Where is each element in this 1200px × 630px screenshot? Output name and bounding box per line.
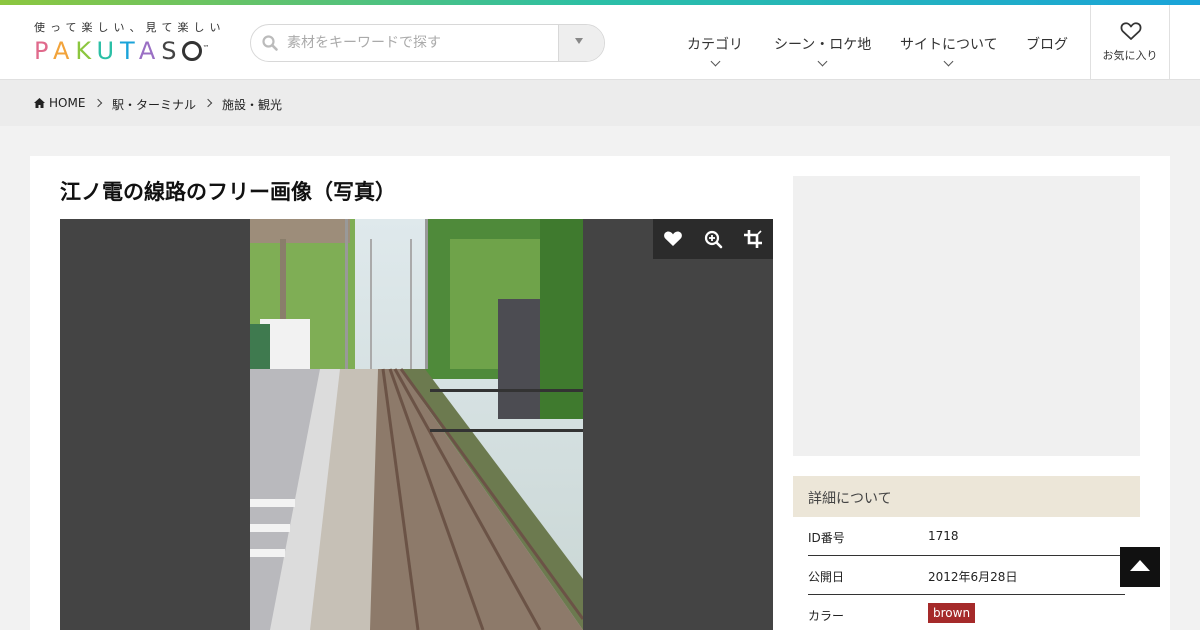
heart-outline-icon <box>1120 22 1142 40</box>
site-logo[interactable]: 使って楽しい、見て楽しい PAKUTAS ™ <box>34 19 234 65</box>
nav-scene-location[interactable]: シーン・ロケ地 <box>774 34 871 67</box>
caret-down-icon <box>575 38 583 44</box>
details-value: 2012年6月28日 <box>928 570 1018 584</box>
nav-category[interactable]: カテゴリ <box>687 34 743 67</box>
chevron-down-icon <box>943 56 954 67</box>
page-title: 江ノ電の線路のフリー画像（写真） <box>60 180 396 204</box>
details-row: ID番号 1718 <box>808 517 1125 556</box>
chevron-down-icon <box>817 56 828 67</box>
details-key: カラー <box>808 609 845 623</box>
breadcrumb-item[interactable]: 駅・ターミナル <box>112 96 196 113</box>
color-badge[interactable]: brown <box>928 603 976 623</box>
viewer-toolbar <box>653 219 773 259</box>
nav-about-site[interactable]: サイトについて <box>900 34 998 67</box>
home-icon <box>34 98 45 108</box>
chevron-right-icon <box>93 98 103 108</box>
details-row: 公開日 2012年6月28日 <box>808 556 1125 595</box>
search-icon <box>262 35 278 51</box>
zoom-tool-button[interactable] <box>693 219 733 259</box>
chevron-right-icon <box>203 98 213 108</box>
heart-icon <box>664 231 682 246</box>
details-heading: 詳細について <box>793 476 1140 517</box>
breadcrumb-home[interactable]: HOME <box>49 96 85 110</box>
details-panel: 詳細について ID番号 1718 公開日 2012年6月28日 カラー brow… <box>793 476 1140 623</box>
content-card: 江ノ電の線路のフリー画像（写真） 詳細について ID番号 1718 公開日 20… <box>30 156 1170 630</box>
breadcrumb: HOME 駅・ターミナル 施設・観光 <box>0 80 1200 126</box>
nav-blog[interactable]: ブログ <box>1026 34 1068 54</box>
details-key: 公開日 <box>808 570 845 584</box>
favorites-label: お気に入り <box>1102 49 1158 62</box>
breadcrumb-item[interactable]: 施設・観光 <box>222 96 282 113</box>
search-input[interactable] <box>287 25 557 61</box>
logo-circle-icon <box>182 41 203 61</box>
favorite-tool-button[interactable] <box>653 219 693 259</box>
chevron-down-icon <box>710 56 720 67</box>
zoom-in-icon <box>704 230 723 249</box>
back-to-top-button[interactable] <box>1120 547 1160 587</box>
details-value: 1718 <box>928 529 959 543</box>
crop-icon <box>744 230 762 248</box>
search-box <box>250 24 605 62</box>
logo-tagline: 使って楽しい、見て楽しい <box>34 21 226 34</box>
details-row: カラー brown <box>808 595 1125 630</box>
site-header: 使って楽しい、見て楽しい PAKUTAS™ カテゴリ シーン・ロケ地 サイトにつ… <box>0 5 1200 80</box>
arrow-up-icon <box>1130 560 1150 571</box>
favorites-button[interactable]: お気に入り <box>1090 5 1170 80</box>
crop-tool-button[interactable] <box>733 219 773 259</box>
image-viewer <box>60 219 773 630</box>
logo-wordmark: PAKUTAS ™ <box>34 37 210 65</box>
photo-image[interactable] <box>250 219 583 630</box>
ad-slot <box>793 176 1140 456</box>
details-key: ID番号 <box>808 531 845 545</box>
search-filter-dropdown[interactable] <box>558 25 604 61</box>
